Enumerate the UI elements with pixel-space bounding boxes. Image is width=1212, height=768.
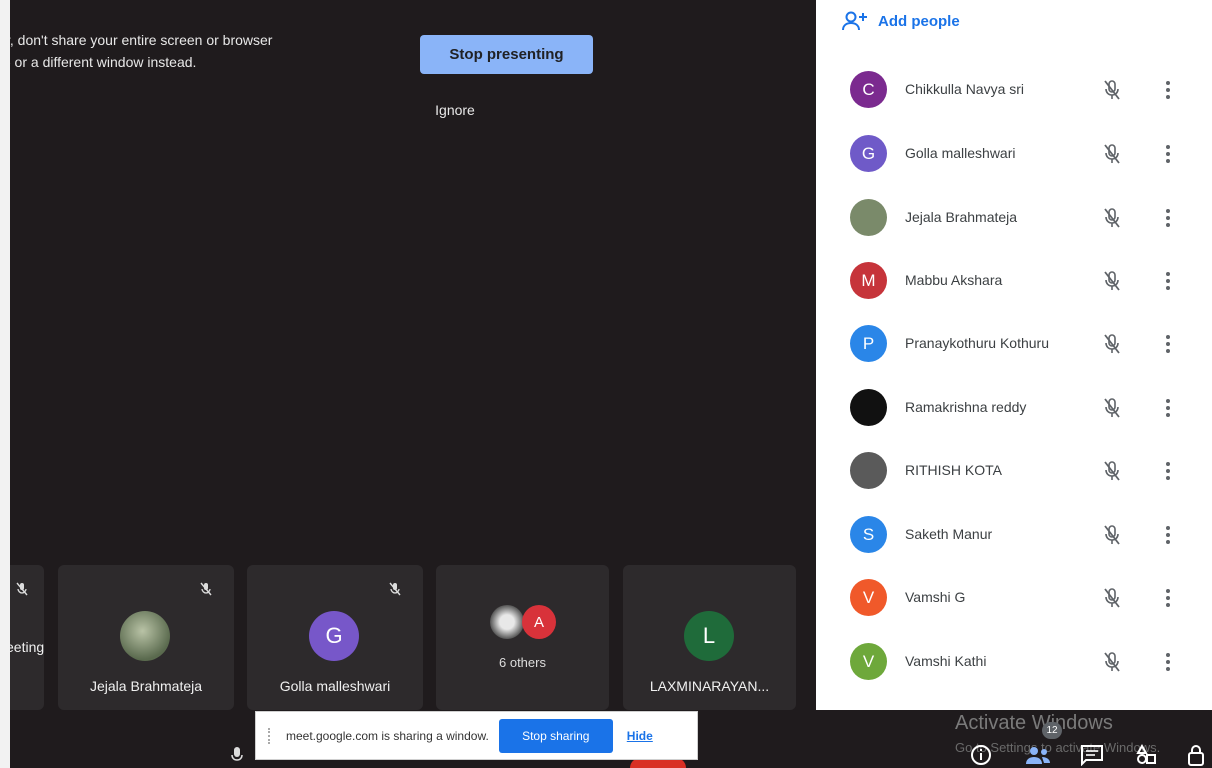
participant-name: Vamshi Kathi bbox=[905, 653, 987, 669]
mic-off-icon[interactable] bbox=[1102, 270, 1122, 292]
activate-windows-title: Activate Windows bbox=[955, 712, 1113, 734]
mic-off-icon[interactable] bbox=[1102, 460, 1122, 482]
participant-avatar: P bbox=[850, 325, 887, 362]
add-people-label: Add people bbox=[878, 12, 960, 30]
participant-avatar: M bbox=[850, 262, 887, 299]
share-warning-line-1: r, don't share your entire screen or bro… bbox=[6, 32, 273, 48]
mic-off-icon[interactable] bbox=[1102, 143, 1122, 165]
participant-tile[interactable]: G Golla malleshwari bbox=[247, 565, 423, 710]
more-options-icon[interactable] bbox=[1164, 587, 1172, 609]
activities-icon[interactable] bbox=[1134, 744, 1158, 766]
stop-sharing-button[interactable]: Stop sharing bbox=[498, 718, 613, 753]
participant-avatar: V bbox=[850, 579, 887, 616]
participant-avatar: G bbox=[850, 135, 887, 172]
more-options-icon[interactable] bbox=[1164, 79, 1172, 101]
participant-avatar: V bbox=[850, 643, 887, 680]
mic-off-icon[interactable] bbox=[1102, 79, 1122, 101]
more-options-icon[interactable] bbox=[1164, 397, 1172, 419]
participant-name: Saketh Manur bbox=[905, 526, 993, 542]
participant-avatar: A bbox=[522, 605, 556, 639]
add-people-button[interactable]: Add people bbox=[842, 10, 960, 32]
mic-off-icon[interactable] bbox=[1102, 207, 1122, 229]
stop-presenting-button[interactable]: Stop presenting bbox=[420, 35, 593, 74]
participant-name: Ramakrishna reddy bbox=[905, 399, 1027, 415]
microphone-icon[interactable] bbox=[230, 745, 244, 765]
mic-off-icon[interactable] bbox=[1102, 524, 1122, 546]
others-tile[interactable]: A 6 others bbox=[436, 565, 609, 710]
participant-row[interactable]: V Vamshi Kathi bbox=[816, 630, 1212, 694]
mic-off-icon[interactable] bbox=[1102, 651, 1122, 673]
more-options-icon[interactable] bbox=[1164, 460, 1172, 482]
participant-row[interactable]: S Saketh Manur bbox=[816, 503, 1212, 567]
participant-name: Pranaykothuru Kothuru bbox=[905, 335, 1049, 351]
more-options-icon[interactable] bbox=[1164, 143, 1172, 165]
participant-avatar: G bbox=[309, 611, 359, 661]
more-options-icon[interactable] bbox=[1164, 651, 1172, 673]
participant-name: eeting bbox=[6, 639, 44, 655]
participant-row[interactable]: Ramakrishna reddy bbox=[816, 376, 1212, 440]
host-controls-icon[interactable] bbox=[1186, 744, 1212, 768]
ignore-button[interactable]: Ignore bbox=[420, 98, 490, 122]
participant-avatar bbox=[850, 452, 887, 489]
mic-off-icon[interactable] bbox=[1102, 397, 1122, 419]
participant-row[interactable]: P Pranaykothuru Kothuru bbox=[816, 312, 1212, 376]
participant-avatar bbox=[120, 611, 170, 661]
share-warning-line-2: - or a different window instead. bbox=[6, 54, 197, 70]
participant-name: RITHISH KOTA bbox=[905, 462, 1002, 478]
mic-off-icon bbox=[16, 582, 28, 596]
participant-row[interactable]: C Chikkulla Navya sri bbox=[816, 58, 1212, 122]
left-edge bbox=[0, 0, 10, 768]
participant-name: Vamshi G bbox=[905, 589, 966, 605]
participant-name: Mabbu Akshara bbox=[905, 272, 1003, 288]
participant-name: Jejala Brahmateja bbox=[905, 209, 1018, 225]
share-status-text: meet.google.com is sharing a window. bbox=[286, 728, 489, 743]
participant-name: Jejala Brahmateja bbox=[89, 678, 203, 694]
drag-handle[interactable] bbox=[268, 727, 272, 744]
mic-off-icon bbox=[200, 582, 212, 596]
participant-count-badge: 12 bbox=[1042, 722, 1062, 739]
info-icon[interactable] bbox=[970, 744, 992, 766]
mic-off-icon[interactable] bbox=[1102, 333, 1122, 355]
participant-name: Golla malleshwari bbox=[279, 678, 391, 694]
mic-off-icon bbox=[389, 582, 401, 596]
more-options-icon[interactable] bbox=[1164, 207, 1172, 229]
participant-avatar: L bbox=[684, 611, 734, 661]
add-person-icon bbox=[842, 11, 867, 31]
participant-name: LAXMINARAYAN... bbox=[649, 678, 770, 694]
participant-tile[interactable]: L LAXMINARAYAN... bbox=[623, 565, 796, 710]
participant-avatar: C bbox=[850, 71, 887, 108]
chat-icon[interactable] bbox=[1080, 744, 1104, 766]
participant-avatar: S bbox=[850, 516, 887, 553]
participant-row[interactable]: RITHISH KOTA bbox=[816, 439, 1212, 503]
participant-avatar bbox=[850, 199, 887, 236]
participant-name: Chikkulla Navya sri bbox=[905, 81, 1025, 97]
hide-link[interactable]: Hide bbox=[627, 729, 653, 743]
participant-name: Golla malleshwari bbox=[905, 145, 1016, 161]
presentation-stage: r, don't share your entire screen or bro… bbox=[0, 0, 816, 768]
participant-row[interactable]: M Mabbu Akshara bbox=[816, 249, 1212, 313]
share-warning-text: r, don't share your entire screen or bro… bbox=[6, 29, 366, 73]
participant-row[interactable]: V Vamshi G bbox=[816, 566, 1212, 630]
others-count: 6 others bbox=[499, 655, 546, 670]
people-icon[interactable] bbox=[1024, 744, 1052, 766]
more-options-icon[interactable] bbox=[1164, 270, 1172, 292]
screen-share-notification: meet.google.com is sharing a window. Sto… bbox=[255, 711, 698, 760]
more-options-icon[interactable] bbox=[1164, 333, 1172, 355]
participant-row[interactable]: G Golla malleshwari bbox=[816, 122, 1212, 186]
mic-off-icon[interactable] bbox=[1102, 587, 1122, 609]
participant-row[interactable]: Jejala Brahmateja bbox=[816, 186, 1212, 250]
participant-avatar bbox=[490, 605, 524, 639]
participant-tile[interactable]: Jejala Brahmateja bbox=[58, 565, 234, 710]
participant-avatar bbox=[850, 389, 887, 426]
more-options-icon[interactable] bbox=[1164, 524, 1172, 546]
